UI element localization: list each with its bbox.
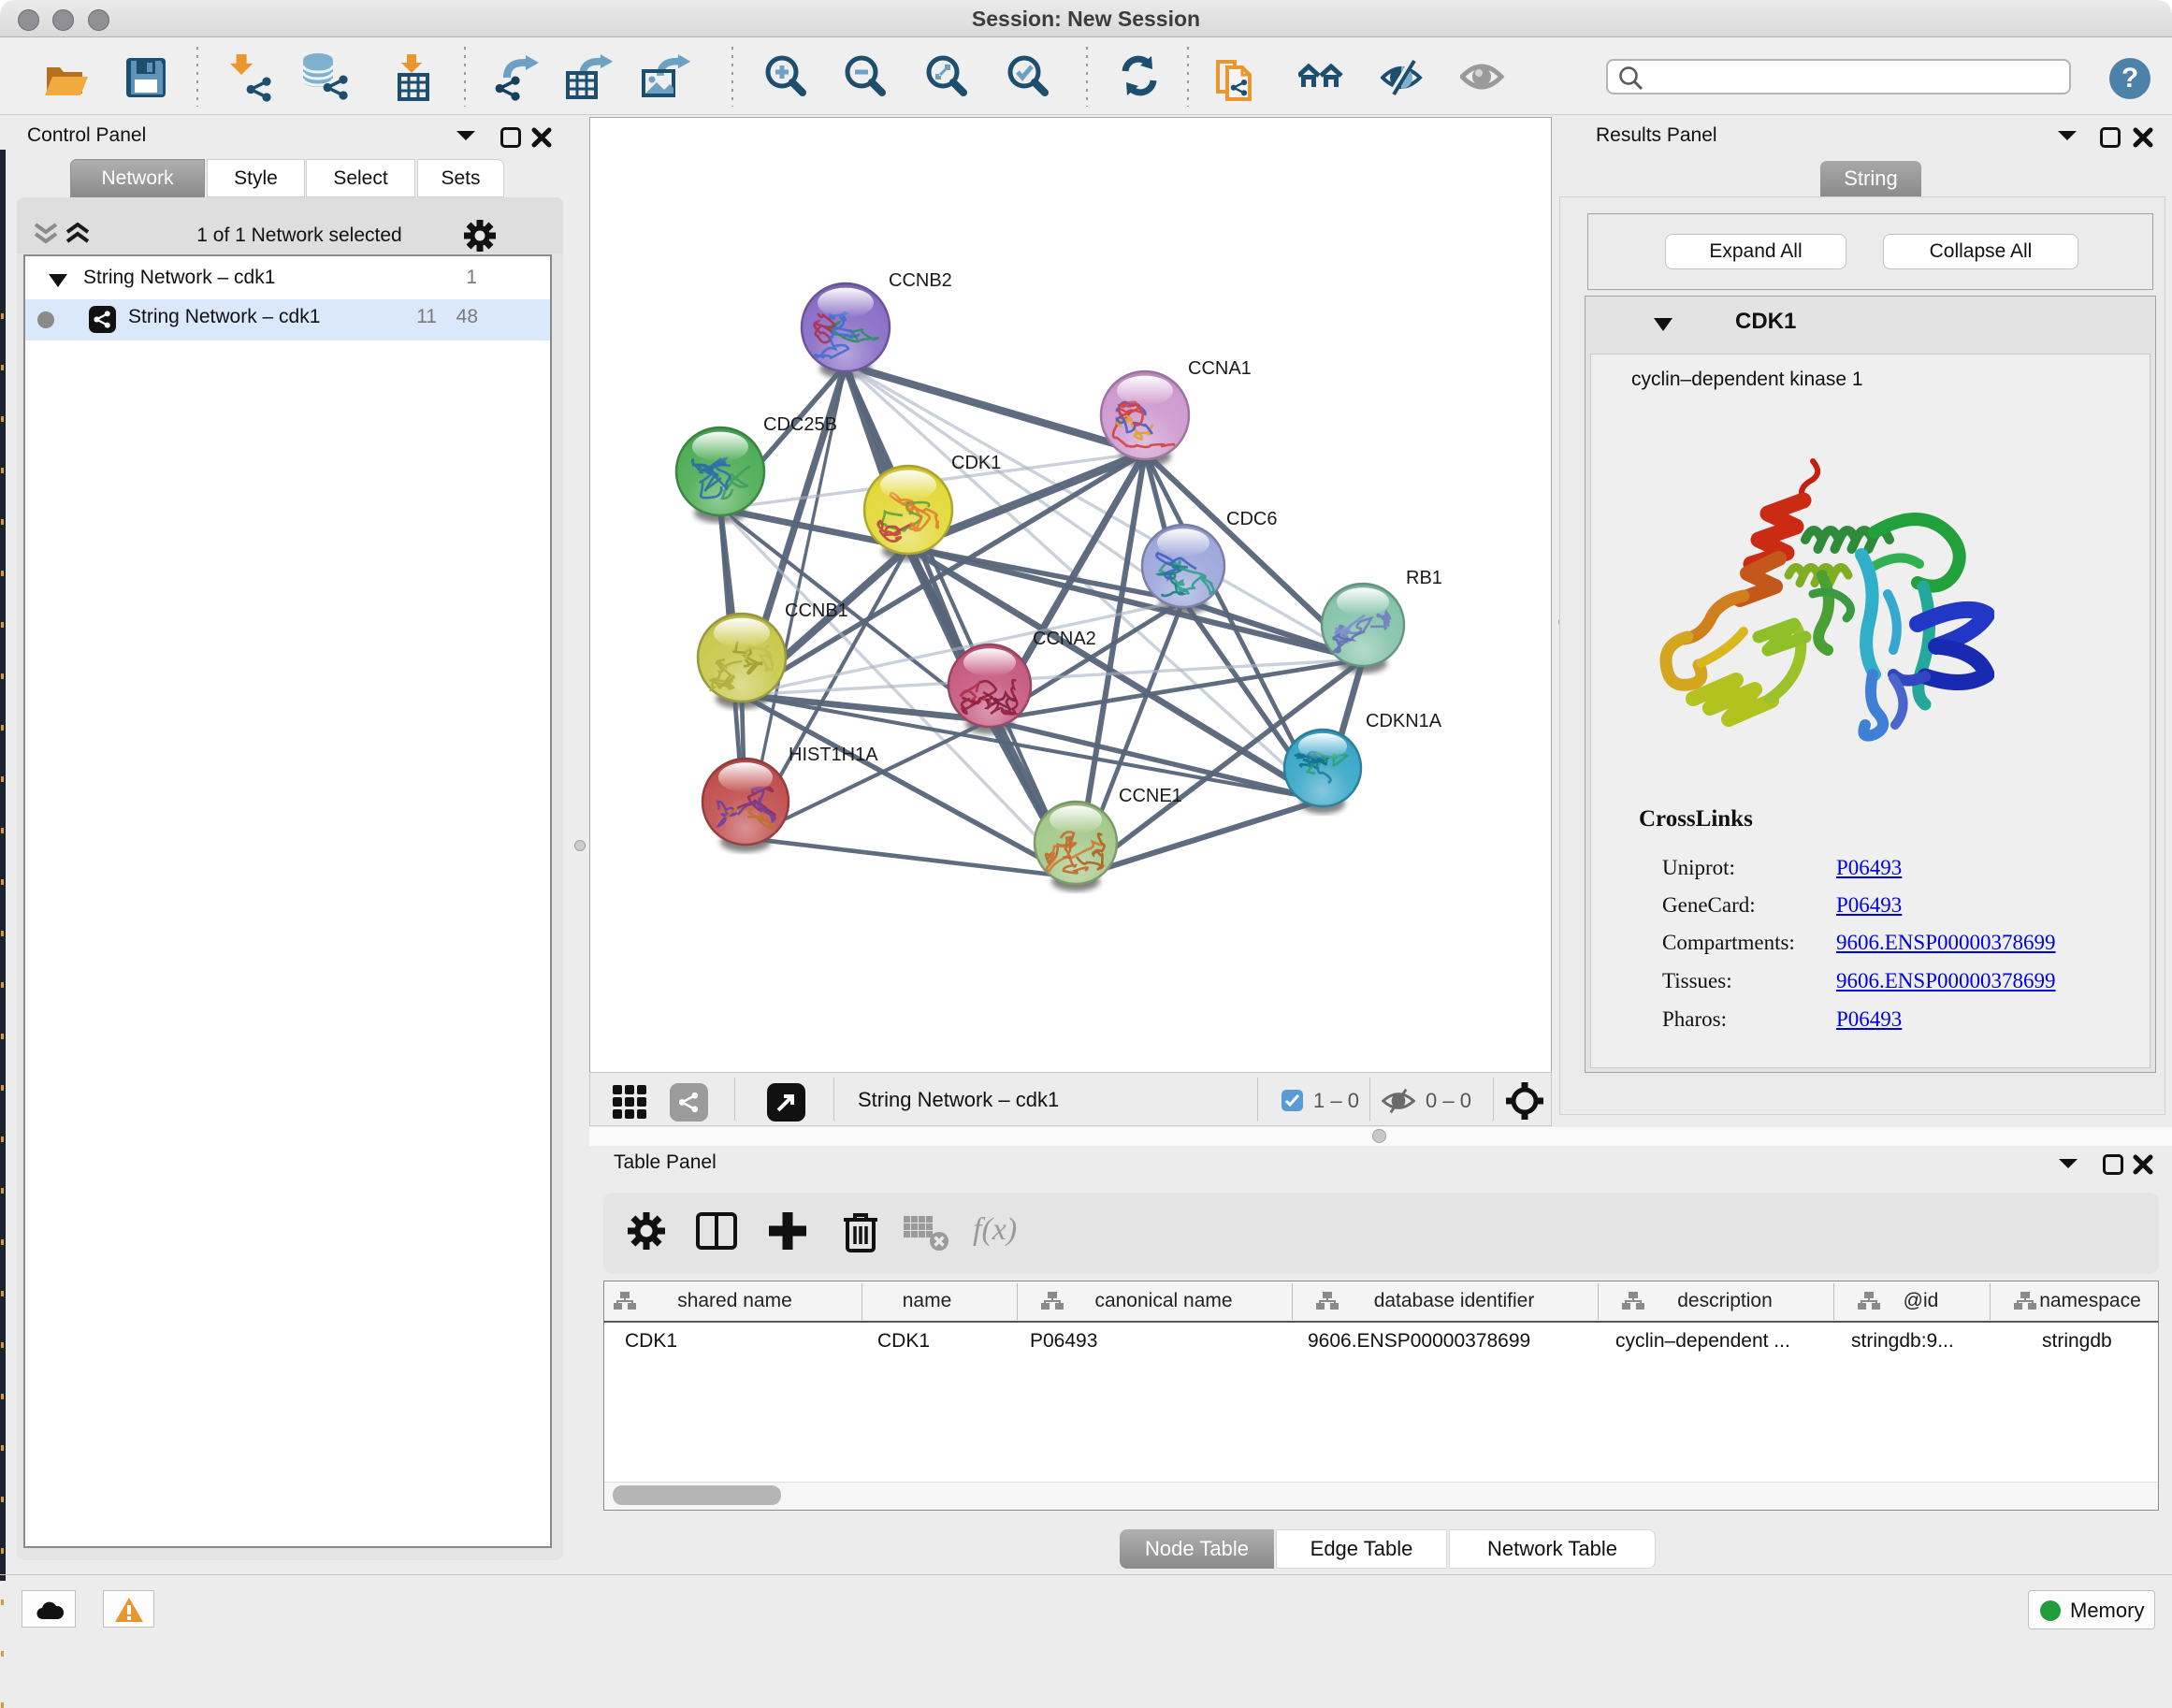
svg-text:CDKN1A: CDKN1A [1366, 711, 1442, 731]
svg-text:HIST1H1A: HIST1H1A [789, 745, 878, 765]
svg-text:RB1: RB1 [1406, 568, 1442, 588]
svg-text:CCNB2: CCNB2 [889, 270, 952, 291]
svg-text:CDK1: CDK1 [951, 453, 1001, 473]
svg-text:CCNB1: CCNB1 [785, 601, 848, 621]
svg-text:CCNA1: CCNA1 [1188, 358, 1252, 379]
svg-text:CDC25B: CDC25B [763, 414, 837, 435]
svg-text:CCNE1: CCNE1 [1119, 786, 1182, 806]
svg-text:CDC6: CDC6 [1226, 509, 1277, 529]
svg-text:CCNA2: CCNA2 [1033, 629, 1096, 649]
